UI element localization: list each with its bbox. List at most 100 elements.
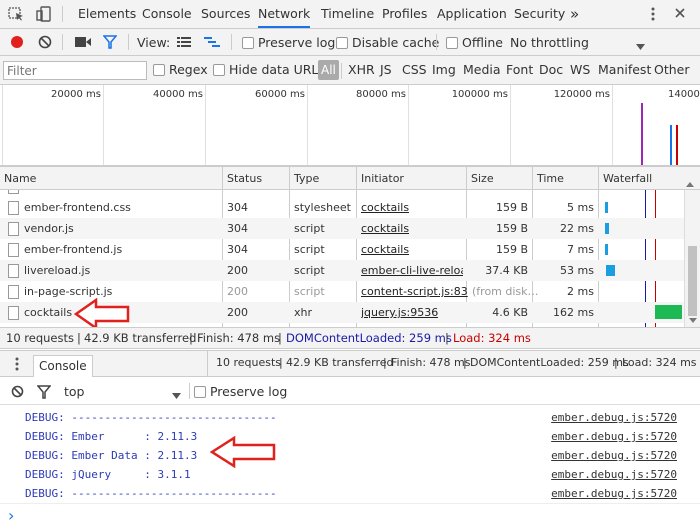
col-type[interactable]: Type bbox=[289, 167, 356, 190]
filter-css[interactable]: CSS bbox=[402, 62, 427, 77]
table-row[interactable]: livereload.js 200 script ember-cli-live-… bbox=[0, 260, 684, 281]
network-overview[interactable]: 20000 ms 40000 ms 60000 ms 80000 ms 1000… bbox=[0, 85, 700, 166]
console-source-link[interactable]: ember.debug.js:5720 bbox=[551, 446, 677, 465]
table-scrollbar[interactable] bbox=[684, 190, 700, 327]
row-type: script bbox=[294, 222, 325, 235]
chevron-down-icon[interactable] bbox=[636, 39, 645, 50]
table-row[interactable]: ember-frontend.css 304 stylesheet cockta… bbox=[0, 197, 684, 218]
context-select[interactable]: top bbox=[64, 384, 84, 399]
filter-all-button[interactable]: All bbox=[318, 60, 339, 80]
chevron-up-icon[interactable] bbox=[686, 176, 694, 187]
record-icon[interactable] bbox=[10, 35, 24, 49]
tab-sources[interactable]: Sources bbox=[201, 0, 250, 28]
row-time: 2 ms bbox=[567, 285, 594, 298]
tab-timeline[interactable]: Timeline bbox=[321, 0, 374, 28]
console-source-link[interactable]: ember.debug.js:5720 bbox=[551, 465, 677, 484]
filter-input[interactable] bbox=[3, 61, 147, 80]
filter-manifest[interactable]: Manifest bbox=[598, 62, 651, 77]
summary-finish: Finish: 478 ms bbox=[197, 331, 281, 345]
tab-profiles[interactable]: Profiles bbox=[382, 0, 427, 28]
ruler-line bbox=[307, 85, 308, 165]
waterfall-bar bbox=[605, 244, 608, 255]
console-source-link[interactable]: ember.debug.js:5720 bbox=[551, 484, 677, 503]
row-initiator-link[interactable]: jquery.js:9536 bbox=[361, 302, 438, 323]
network-toolbar: View: Preserve log Disable cache Offline… bbox=[0, 29, 700, 56]
hide-data-urls-checkbox[interactable]: Hide data URLs bbox=[213, 62, 325, 77]
filter-media[interactable]: Media bbox=[463, 62, 501, 77]
request-bar bbox=[670, 125, 672, 165]
console-source-link[interactable]: ember.debug.js:5720 bbox=[551, 427, 677, 446]
network-table-body: ember-frontend.css 304 stylesheet cockta… bbox=[0, 190, 700, 327]
console-prompt[interactable]: › bbox=[0, 503, 700, 528]
summary-tooltip: 10 requests | 42.9 KB transferred | Fini… bbox=[207, 351, 700, 376]
console-source-link[interactable]: ember.debug.js:5720 bbox=[551, 408, 677, 427]
regex-checkbox[interactable]: Regex bbox=[153, 62, 208, 77]
preserve-log-checkbox[interactable]: Preserve log bbox=[242, 35, 335, 50]
drawer-tab-console[interactable]: Console bbox=[33, 355, 93, 377]
waterfall-bar bbox=[605, 223, 609, 234]
tab-security[interactable]: Security bbox=[514, 0, 565, 28]
annotation-arrow bbox=[210, 436, 276, 468]
throttling-select[interactable]: No throttling bbox=[510, 35, 589, 50]
tab-console[interactable]: Console bbox=[142, 0, 192, 28]
table-row[interactable]: ember-frontend.js 304 script cocktails 1… bbox=[0, 239, 684, 260]
row-initiator-link[interactable]: cocktails bbox=[361, 197, 409, 218]
drawer-menu-icon[interactable] bbox=[15, 357, 19, 371]
console-message: DEBUG: ------------------------------- e… bbox=[0, 408, 700, 427]
filter-xhr[interactable]: XHR bbox=[348, 62, 375, 77]
tab-elements[interactable]: Elements bbox=[78, 0, 136, 28]
device-toolbar-icon[interactable] bbox=[36, 6, 52, 22]
network-table-header: Name Status Type Initiator Size Time Wat… bbox=[0, 166, 700, 190]
row-initiator-link[interactable]: cocktails bbox=[361, 239, 409, 260]
divider bbox=[62, 34, 63, 50]
summary-transferred: 42.9 KB transferred bbox=[84, 331, 197, 345]
filter-ws[interactable]: WS bbox=[570, 62, 590, 77]
capture-screenshots-icon[interactable] bbox=[74, 36, 92, 48]
ruler-line bbox=[103, 85, 104, 165]
drawer-tab-bar: Console 10 requests | 42.9 KB transferre… bbox=[0, 350, 700, 377]
view-label: View: bbox=[137, 35, 171, 50]
filter-other[interactable]: Other bbox=[654, 62, 690, 77]
network-summary-bar: 10 requests | 42.9 KB transferred | Fini… bbox=[0, 327, 700, 349]
tab-network[interactable]: Network bbox=[258, 0, 311, 28]
disable-cache-checkbox[interactable]: Disable cache bbox=[336, 35, 439, 50]
filter-font[interactable]: Font bbox=[506, 62, 533, 77]
clear-console-icon[interactable] bbox=[11, 385, 24, 398]
more-options-icon[interactable] bbox=[650, 7, 656, 23]
row-size: 159 B bbox=[495, 201, 528, 214]
row-initiator-link[interactable]: content-script.js:83 bbox=[361, 281, 468, 302]
row-time: 5 ms bbox=[567, 201, 594, 214]
tab-application[interactable]: Application bbox=[437, 0, 507, 28]
col-status[interactable]: Status bbox=[222, 167, 289, 190]
close-icon[interactable] bbox=[674, 7, 686, 19]
col-size[interactable]: Size bbox=[466, 167, 532, 190]
filter-js[interactable]: JS bbox=[380, 62, 392, 77]
ruler-line bbox=[510, 85, 511, 165]
chevron-down-icon[interactable] bbox=[172, 388, 181, 399]
row-initiator-link[interactable]: cocktails bbox=[361, 218, 409, 239]
divider bbox=[189, 383, 190, 399]
more-tabs-button[interactable]: » bbox=[570, 0, 579, 28]
summary-divider: | bbox=[77, 331, 81, 345]
col-waterfall[interactable]: Waterfall bbox=[598, 167, 684, 190]
col-initiator[interactable]: Initiator bbox=[356, 167, 466, 190]
inspect-element-icon[interactable] bbox=[8, 7, 24, 21]
col-name[interactable]: Name bbox=[0, 167, 222, 190]
table-row[interactable]: vendor.js 304 script cocktails 159 B 22 … bbox=[0, 218, 684, 239]
waterfall-bar bbox=[606, 265, 615, 276]
row-initiator-link[interactable]: ember-cli-live-reloa… bbox=[361, 260, 463, 281]
offline-checkbox[interactable]: Offline bbox=[446, 35, 503, 50]
large-rows-icon[interactable] bbox=[177, 37, 191, 48]
row-type: stylesheet bbox=[294, 201, 351, 214]
summary-divider: | bbox=[278, 331, 282, 345]
clear-icon[interactable] bbox=[38, 35, 52, 49]
filter-icon[interactable] bbox=[102, 35, 118, 49]
overview-icon[interactable] bbox=[204, 37, 220, 48]
row-type: script bbox=[294, 264, 325, 277]
col-time[interactable]: Time bbox=[532, 167, 598, 190]
console-preserve-log-checkbox[interactable]: Preserve log bbox=[194, 384, 287, 399]
filter-doc[interactable]: Doc bbox=[539, 62, 563, 77]
console-filter-icon[interactable] bbox=[36, 385, 52, 399]
filter-img[interactable]: Img bbox=[432, 62, 456, 77]
divider bbox=[62, 6, 63, 22]
